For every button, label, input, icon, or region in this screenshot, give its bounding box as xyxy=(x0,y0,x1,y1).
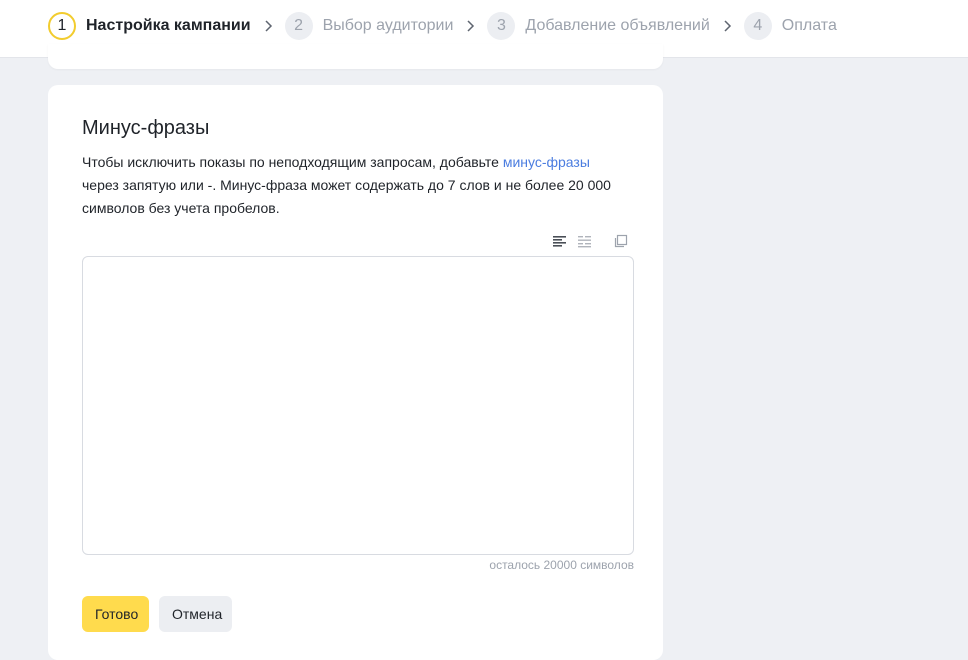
step-campaign-settings[interactable]: 1 Настройка кампании xyxy=(48,12,251,40)
list-view-icon[interactable] xyxy=(577,233,593,249)
step-ads[interactable]: 3 Добавление объявлений xyxy=(487,12,710,40)
chevron-right-icon xyxy=(459,15,481,37)
step-label: Оплата xyxy=(781,17,837,34)
step-payment[interactable]: 4 Оплата xyxy=(743,12,837,40)
step-number: 1 xyxy=(48,12,76,40)
section-description: Чтобы исключить показы по неподходящим з… xyxy=(82,151,622,220)
characters-remaining: осталось 20000 символов xyxy=(489,558,634,572)
step-label: Выбор аудитории xyxy=(322,17,454,34)
editor-toolbar xyxy=(548,233,638,249)
step-number: 3 xyxy=(487,12,516,40)
description-text: через запятую или -. Минус-фраза может с… xyxy=(82,177,611,216)
minus-phrases-input[interactable] xyxy=(82,256,634,555)
step-number: 4 xyxy=(743,12,772,40)
step-number: 2 xyxy=(284,12,313,40)
previous-card-bottom xyxy=(48,44,663,69)
step-label: Добавление объявлений xyxy=(525,17,710,34)
copy-icon[interactable] xyxy=(613,233,629,249)
cancel-button[interactable]: Отмена xyxy=(159,596,232,632)
minus-phrases-link[interactable]: минус-фразы xyxy=(503,154,590,170)
stepper: 1 Настройка кампании 2 Выбор аудитории 3… xyxy=(48,11,837,41)
step-label: Настройка кампании xyxy=(86,17,251,34)
chevron-right-icon xyxy=(257,15,279,37)
chevron-right-icon xyxy=(716,15,738,37)
step-audience[interactable]: 2 Выбор аудитории xyxy=(284,12,454,40)
align-left-icon[interactable] xyxy=(552,233,568,249)
minus-phrases-card: Минус-фразы Чтобы исключить показы по не… xyxy=(48,85,663,660)
description-text: Чтобы исключить показы по неподходящим з… xyxy=(82,154,503,170)
done-button[interactable]: Готово xyxy=(82,596,149,632)
section-title: Минус-фразы xyxy=(82,117,210,139)
